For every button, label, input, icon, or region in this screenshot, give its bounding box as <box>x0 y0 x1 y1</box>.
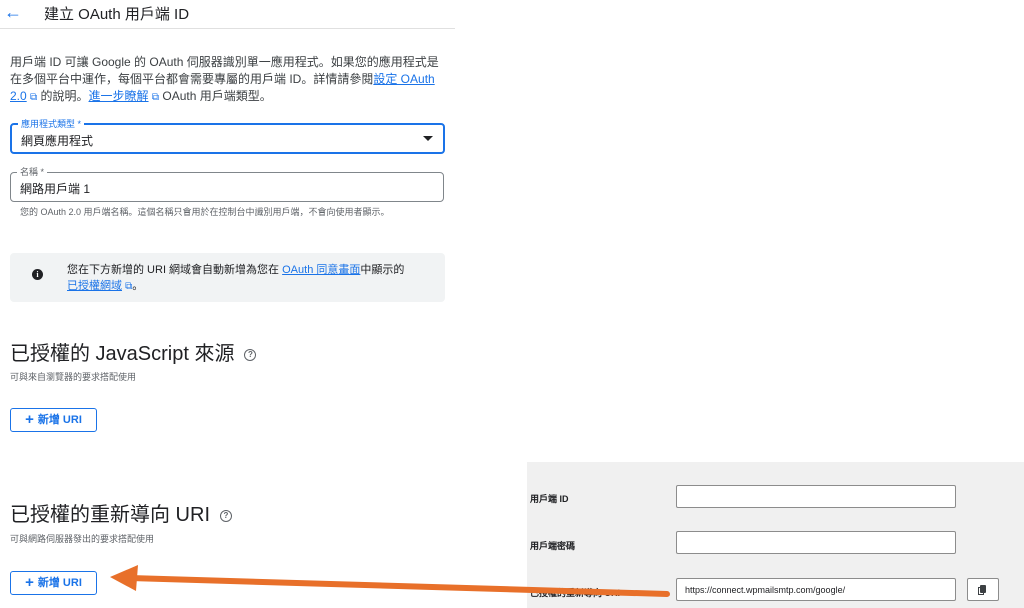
consent-screen-link[interactable]: OAuth 同意畫面 <box>282 264 360 276</box>
arrow-left-icon[interactable]: ← <box>4 2 22 22</box>
learn-more-link[interactable]: 進一步瞭解 <box>89 89 149 103</box>
authorized-domains-link[interactable]: 已授權網域 <box>67 280 122 292</box>
name-field[interactable]: 名稱 * 網路用戶端 1 <box>10 166 444 202</box>
app-type-select[interactable]: 應用程式類型 * 網頁應用程式 <box>10 118 445 154</box>
help-icon[interactable]: ? <box>220 509 232 522</box>
help-icon[interactable]: ? <box>244 348 257 361</box>
plus-icon: + <box>25 411 34 428</box>
info-icon: i <box>32 269 43 280</box>
dropdown-arrow-icon[interactable] <box>423 136 433 141</box>
app-type-value: 網頁應用程式 <box>21 134 94 148</box>
info-box: i 您在下方新增的 URI 網域會自動新增為您在 OAuth 同意畫面中顯示的 … <box>10 253 445 302</box>
js-origins-title: 已授權的 JavaScript 來源? <box>10 337 257 366</box>
copy-icon <box>978 585 986 595</box>
client-id-label: 用戶端 ID <box>530 494 569 504</box>
redirect-uri-label: 已授權的重新導向 URI <box>530 588 621 598</box>
redirect-uris-subtitle: 可與網路伺服器發出的要求搭配使用 <box>10 534 155 544</box>
client-secret-label: 用戶端密碼 <box>530 541 576 551</box>
top-bar: ← 建立 OAuth 用戶端 ID <box>0 0 455 29</box>
client-id-input[interactable] <box>676 485 956 508</box>
info-text: 您在下方新增的 URI 網域會自動新增為您在 OAuth 同意畫面中顯示的 已授… <box>67 264 405 292</box>
copy-button[interactable] <box>967 578 999 601</box>
client-secret-input[interactable] <box>676 531 956 554</box>
add-redirect-uri-button[interactable]: + 新增 URI <box>10 571 97 595</box>
redirect-uri-input[interactable] <box>676 578 956 601</box>
intro-text: 用戶端 ID 可讓 Google 的 OAuth 伺服器識別單一應用程式。如果您… <box>10 55 439 103</box>
redirect-uris-title: 已授權的重新導向 URI? <box>10 498 232 527</box>
js-origins-subtitle: 可與來自瀏覽器的要求搭配使用 <box>10 372 137 382</box>
app-type-label: 應用程式類型 * <box>18 118 85 130</box>
name-label: 名稱 * <box>17 166 48 178</box>
external-link-icon: ⧉ <box>151 92 160 103</box>
name-hint: 您的 OAuth 2.0 用戶端名稱。這個名稱只會用於在控制台中識別用戶端，不會… <box>20 207 390 217</box>
external-link-icon: ⧉ <box>30 92 38 103</box>
plus-icon: + <box>25 574 34 591</box>
settings-panel: 用戶端 ID 用戶端密碼 已授權的重新導向 URI <box>527 462 1024 608</box>
page-title: 建立 OAuth 用戶端 ID <box>44 6 190 23</box>
add-js-origin-button[interactable]: + 新增 URI <box>10 408 97 432</box>
name-value: 網路用戶端 1 <box>20 182 91 196</box>
